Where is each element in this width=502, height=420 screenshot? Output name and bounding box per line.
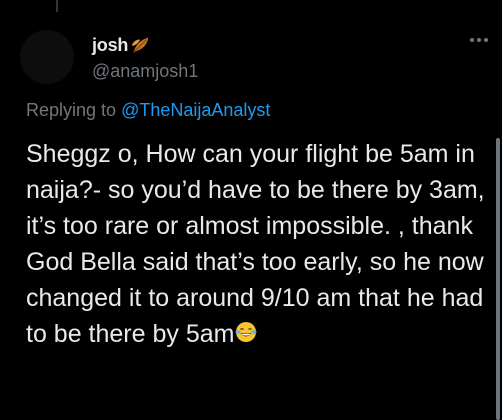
avatar[interactable] [20,30,74,84]
replying-prefix: Replying to [26,100,122,120]
more-dot [477,38,481,42]
more-dot [484,38,488,42]
tweet-body: Sheggz o, How can your flight be 5am in … [26,140,485,348]
face-with-tears-of-joy-emoji-icon [235,322,258,342]
thread-connector-line [56,0,58,12]
name-row: josh [92,33,482,57]
tweet-text: Sheggz o, How can your flight be 5am in … [26,136,486,352]
tweet-header: josh @anamjosh1 [92,33,482,82]
user-handle[interactable]: @anamjosh1 [92,61,482,82]
scrollbar[interactable] [496,138,500,420]
display-name[interactable]: josh [92,35,128,56]
replying-to-line: Replying to @TheNaijaAnalyst [26,100,270,121]
more-options-icon[interactable] [470,38,488,42]
replying-mention-link[interactable]: @TheNaijaAnalyst [121,100,270,120]
more-dot [470,38,474,42]
fallen-leaf-emoji-icon [132,37,149,53]
